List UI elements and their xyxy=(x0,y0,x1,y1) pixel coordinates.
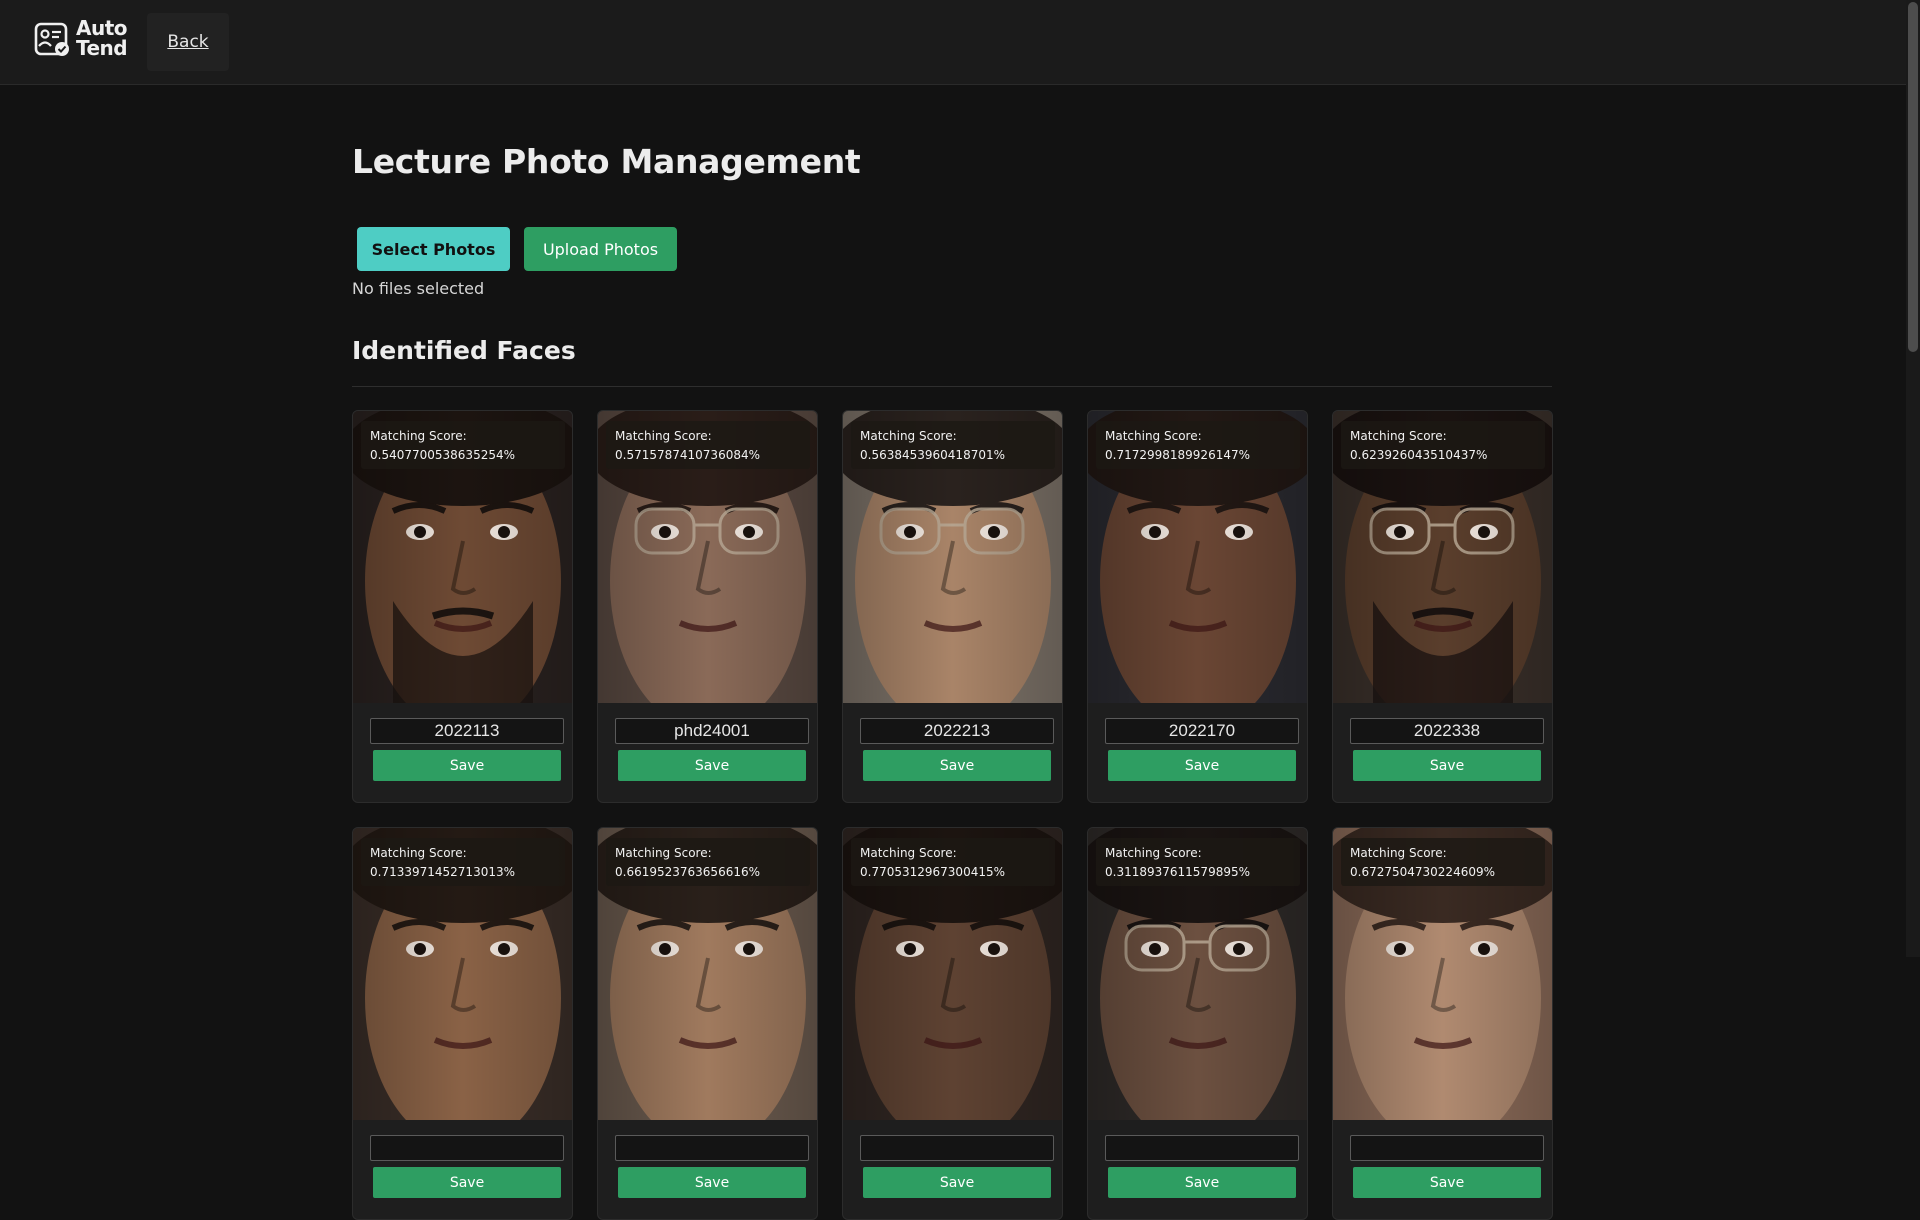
scrollbar-thumb[interactable] xyxy=(1908,2,1918,352)
face-card: Matching Score: 0.3118937611579895% Save xyxy=(1087,827,1308,1220)
matching-score-value: 0.7133971452713013% xyxy=(370,865,516,879)
student-id-input[interactable] xyxy=(370,1135,564,1161)
save-button[interactable]: Save xyxy=(863,1167,1051,1198)
save-button[interactable]: Save xyxy=(618,750,806,781)
save-button[interactable]: Save xyxy=(1108,750,1296,781)
face-card: Matching Score: 0.6727504730224609% Save xyxy=(1332,827,1553,1220)
student-id-input[interactable] xyxy=(1350,718,1544,744)
identified-faces-heading: Identified Faces xyxy=(352,336,576,365)
face-card: Matching Score: 0.7133971452713013% Save xyxy=(352,827,573,1220)
matching-score-value: 0.6619523763656616% xyxy=(615,865,761,879)
matching-score-value: 0.7172998189926147% xyxy=(1105,448,1251,462)
matching-score-value: 0.5715787410736084% xyxy=(615,448,761,462)
student-id-input[interactable] xyxy=(370,718,564,744)
student-id-input[interactable] xyxy=(860,718,1054,744)
face-card: Matching Score: 0.7172998189926147% Save xyxy=(1087,410,1308,803)
matching-score-label: Matching Score: xyxy=(615,846,712,860)
page-title: Lecture Photo Management xyxy=(352,142,861,181)
save-button[interactable]: Save xyxy=(618,1167,806,1198)
student-id-input[interactable] xyxy=(1105,718,1299,744)
matching-score-label: Matching Score: xyxy=(860,429,957,443)
back-link[interactable]: Back xyxy=(147,13,229,71)
page-scrollbar[interactable] xyxy=(1906,0,1920,957)
matching-score-value: 0.5638453960418701% xyxy=(860,448,1006,462)
face-card: Matching Score: 0.623926043510437% Save xyxy=(1332,410,1553,803)
face-card: Matching Score: 0.7705312967300415% Save xyxy=(842,827,1063,1220)
face-card: Matching Score: 0.6619523763656616% Save xyxy=(597,827,818,1220)
matching-score-value: 0.7705312967300415% xyxy=(860,865,1006,879)
matching-score-label: Matching Score: xyxy=(1350,846,1447,860)
matching-score-badge: Matching Score: 0.7133971452713013% xyxy=(361,838,565,886)
logo-line-2: Tend xyxy=(76,36,128,60)
matching-score-badge: Matching Score: 0.7172998189926147% xyxy=(1096,421,1300,469)
matching-score-badge: Matching Score: 0.7705312967300415% xyxy=(851,838,1055,886)
matching-score-label: Matching Score: xyxy=(615,429,712,443)
matching-score-badge: Matching Score: 0.623926043510437% xyxy=(1341,421,1545,469)
matching-score-label: Matching Score: xyxy=(1350,429,1447,443)
matching-score-label: Matching Score: xyxy=(370,846,467,860)
student-id-input[interactable] xyxy=(615,1135,809,1161)
select-photos-button[interactable]: Select Photos xyxy=(357,227,510,271)
matching-score-label: Matching Score: xyxy=(860,846,957,860)
face-card: Matching Score: 0.5638453960418701% Save xyxy=(842,410,1063,803)
file-selection-status: No files selected xyxy=(352,279,485,298)
matching-score-label: Matching Score: xyxy=(1105,429,1202,443)
attendance-card-icon xyxy=(34,22,69,56)
section-divider xyxy=(352,386,1552,387)
matching-score-badge: Matching Score: 0.6619523763656616% xyxy=(606,838,810,886)
save-button[interactable]: Save xyxy=(863,750,1051,781)
logo-wordmark: Auto Tend xyxy=(76,18,132,58)
save-button[interactable]: Save xyxy=(1353,1167,1541,1198)
matching-score-value: 0.5407700538635254% xyxy=(370,448,516,462)
student-id-input[interactable] xyxy=(1105,1135,1299,1161)
upload-photos-button[interactable]: Upload Photos xyxy=(524,227,677,271)
save-button[interactable]: Save xyxy=(373,750,561,781)
top-navbar: Auto Tend Back xyxy=(0,0,1906,85)
save-button[interactable]: Save xyxy=(1353,750,1541,781)
student-id-input[interactable] xyxy=(615,718,809,744)
matching-score-badge: Matching Score: 0.5715787410736084% xyxy=(606,421,810,469)
save-button[interactable]: Save xyxy=(1108,1167,1296,1198)
student-id-input[interactable] xyxy=(1350,1135,1544,1161)
matching-score-badge: Matching Score: 0.6727504730224609% xyxy=(1341,838,1545,886)
matching-score-label: Matching Score: xyxy=(1105,846,1202,860)
matching-score-value: 0.6727504730224609% xyxy=(1350,865,1496,879)
matching-score-badge: Matching Score: 0.5638453960418701% xyxy=(851,421,1055,469)
face-card: Matching Score: 0.5715787410736084% Save xyxy=(597,410,818,803)
matching-score-value: 0.623926043510437% xyxy=(1350,448,1488,462)
student-id-input[interactable] xyxy=(860,1135,1054,1161)
matching-score-value: 0.3118937611579895% xyxy=(1105,865,1251,879)
autotend-logo[interactable]: Auto Tend xyxy=(34,18,130,62)
logo-line-1: Auto xyxy=(76,16,128,40)
face-card: Matching Score: 0.5407700538635254% Save xyxy=(352,410,573,803)
matching-score-label: Matching Score: xyxy=(370,429,467,443)
matching-score-badge: Matching Score: 0.3118937611579895% xyxy=(1096,838,1300,886)
save-button[interactable]: Save xyxy=(373,1167,561,1198)
matching-score-badge: Matching Score: 0.5407700538635254% xyxy=(361,421,565,469)
